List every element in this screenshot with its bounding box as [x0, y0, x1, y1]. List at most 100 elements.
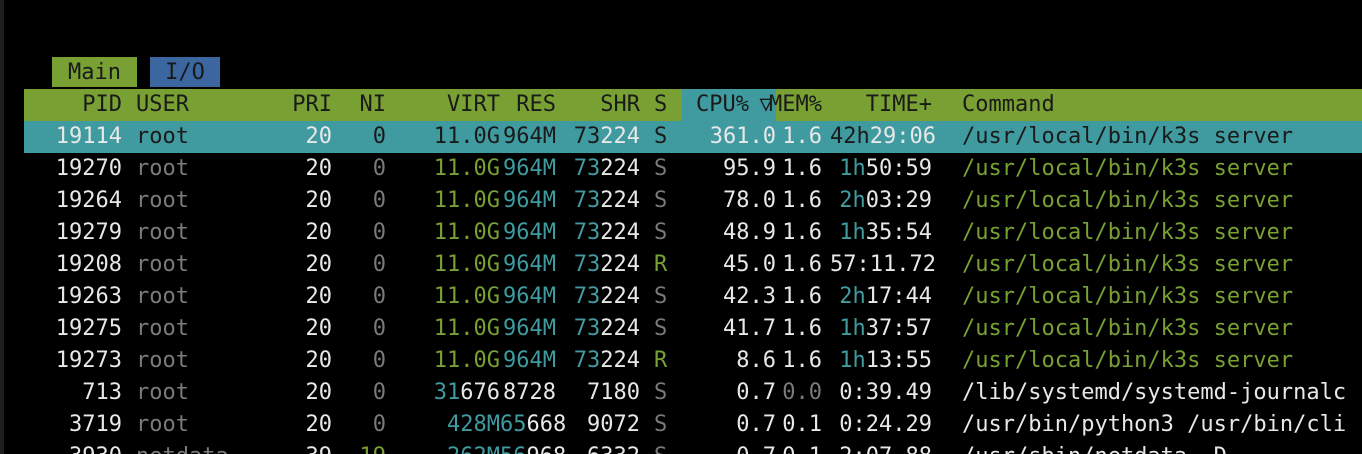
time-cell: 0:24.29 — [830, 409, 932, 441]
res-cell: 964M — [503, 284, 556, 309]
nice-cell: 0 — [372, 284, 386, 309]
shr-cell: 6332 — [570, 441, 640, 454]
process-row[interactable]: 19264 root 20 0 11.0G 964M 73224 S 78.0 1.6 2h03:2… — [24, 185, 1362, 217]
res-cell: 964M — [503, 188, 556, 213]
user-cell: netdata — [136, 441, 286, 454]
cpu-cell: 48.9 — [723, 220, 776, 245]
process-row[interactable]: 3719 root 20 0 428M 65668 9072 S 0.7 0.1 0:24.29/u… — [24, 409, 1362, 441]
process-row[interactable]: 19263 root 20 0 11.0G 964M 73224 S 42.3 1.6 2h17:4… — [24, 281, 1362, 313]
shr-high-digits: 73 — [573, 252, 601, 277]
shr-low-digits: 7180 — [587, 380, 640, 405]
header-res[interactable]: RES — [500, 89, 556, 121]
cpu-cell: 8.6 — [736, 348, 776, 373]
nice-cell: 0 — [372, 156, 386, 181]
header-pri[interactable]: PRI — [278, 89, 332, 121]
time-minutes: 03:29 — [865, 188, 932, 213]
cpu-cell: 78.0 — [723, 188, 776, 213]
time-cell: 1h50:59 — [830, 153, 932, 185]
state-cell: R — [654, 252, 668, 277]
virt-cell: 11.0G — [433, 284, 500, 309]
time-minutes: 37:57 — [865, 316, 932, 341]
nice-cell: 0 — [372, 252, 386, 277]
res-cell: 964M — [503, 348, 556, 373]
shr-low-digits: 224 — [600, 252, 640, 277]
header-time[interactable]: TIME+ — [830, 89, 932, 121]
process-row[interactable]: 19275 root 20 0 11.0G 964M 73224 S 41.7 1.6 1h37:5… — [24, 313, 1362, 345]
header-user[interactable]: USER — [136, 89, 286, 121]
shr-low-digits: 6332 — [587, 444, 640, 454]
header-pid[interactable]: PID — [24, 89, 122, 121]
nice-cell: 0 — [372, 412, 386, 437]
virt-cell: 11.0G — [433, 348, 500, 373]
virt-cell: 262M — [390, 441, 500, 454]
command-cell: /usr/local/bin/k3s server — [962, 124, 1294, 149]
pid-cell: 19270 — [55, 156, 122, 181]
htop-terminal: Main I/O PID USER PRI NI VIRT RES SHR S … — [0, 0, 1362, 454]
process-row[interactable]: 3930 netdata39 19262M56968 6332 S 0.70.1 2:07.… — [24, 441, 1362, 454]
time-minutes: 0:39.49 — [839, 380, 932, 405]
shr-cell: 73224 — [570, 313, 640, 345]
mem-cell: 1.6 — [782, 156, 822, 181]
time-cell: 2:07.88 — [830, 441, 932, 454]
mem-cell: 1.6 — [782, 220, 822, 245]
user-cell: root — [136, 412, 189, 437]
mem-cell: 1.6 — [782, 188, 822, 213]
state-cell: S — [654, 441, 674, 454]
header-ni[interactable]: NI — [346, 89, 387, 121]
user-cell: root — [136, 316, 189, 341]
virt-cell: 11.0G — [433, 220, 500, 245]
shr-cell: 9072 — [570, 409, 640, 441]
process-row-selected[interactable]: 19114 root 20 0 11.0G 964M 73224 S 361.0 1.6 42h29… — [24, 121, 1362, 153]
user-cell: root — [136, 284, 189, 309]
time-cell: 0:39.49 — [830, 377, 932, 409]
priority-cell: 20 — [305, 412, 333, 437]
virt-high-digits: 31 — [433, 380, 461, 405]
header-state[interactable]: S — [654, 89, 674, 121]
process-row[interactable]: 713 root 20 0 31676 8728 7180 S 0.7 0.0 0:39.49/li… — [24, 377, 1362, 409]
nice-cell: 0 — [372, 348, 386, 373]
tab-main[interactable]: Main — [52, 57, 137, 87]
user-cell: root — [136, 156, 189, 181]
res-cell: 964M — [503, 220, 556, 245]
time-cell: 2h17:44 — [830, 281, 932, 313]
priority-cell: 20 — [305, 252, 333, 277]
process-row[interactable]: 19279 root 20 0 11.0G 964M 73224 S 48.9 1.6 1h35:5… — [24, 217, 1362, 249]
time-cell: 2h03:29 — [830, 185, 932, 217]
mem-cell: 0.0 — [782, 380, 822, 405]
tab-io[interactable]: I/O — [150, 57, 220, 87]
command-cell: /usr/local/bin/k3s server — [962, 316, 1294, 341]
cpu-cell: 0.7 — [736, 380, 776, 405]
time-minutes: 17:44 — [865, 284, 932, 309]
header-shr[interactable]: SHR — [570, 89, 640, 121]
header-command[interactable]: Command — [962, 89, 1362, 121]
header-mem[interactable]: MEM% — [764, 89, 822, 121]
shr-low-digits: 224 — [600, 124, 640, 149]
mem-cell: 1.6 — [782, 348, 822, 373]
process-row[interactable]: 19273 root 20 0 11.0G 964M 73224 R 8.6 1.6 1h13:55… — [24, 345, 1362, 377]
shr-cell: 73224 — [570, 249, 640, 281]
priority-cell: 20 — [305, 316, 333, 341]
cpu-cell: 41.7 — [723, 316, 776, 341]
command-cell: /usr/local/bin/k3s server — [962, 348, 1294, 373]
time-hours: 2h — [839, 188, 866, 213]
shr-high-digits: 73 — [573, 188, 601, 213]
shr-high-digits: 73 — [573, 156, 601, 181]
shr-low-digits: 224 — [600, 220, 640, 245]
command-cell: /lib/systemd/systemd-journalc — [962, 380, 1347, 405]
time-minutes: 57:11.72 — [830, 252, 936, 277]
cpu-cell: 0.7 — [736, 412, 776, 437]
virt-cell: 11.0G — [433, 156, 500, 181]
state-cell: S — [654, 124, 668, 149]
shr-low-digits: 224 — [600, 348, 640, 373]
command-cell: /usr/local/bin/k3s server — [962, 252, 1294, 277]
nice-cell: 0 — [372, 124, 386, 149]
time-hours: 1h — [839, 220, 866, 245]
time-minutes: 50:59 — [865, 156, 932, 181]
header-virt[interactable]: VIRT — [390, 89, 500, 121]
state-cell: S — [654, 380, 668, 405]
process-row[interactable]: 19208 root 20 0 11.0G 964M 73224 R 45.0 1.6 57:11.… — [24, 249, 1362, 281]
time-hours: 2h — [839, 284, 866, 309]
process-row[interactable]: 19270 root 20 0 11.0G 964M 73224 S 95.9 1.6 1h50:5… — [24, 153, 1362, 185]
time-cell: 1h35:54 — [830, 217, 932, 249]
res-cell: 56968 — [500, 441, 566, 454]
